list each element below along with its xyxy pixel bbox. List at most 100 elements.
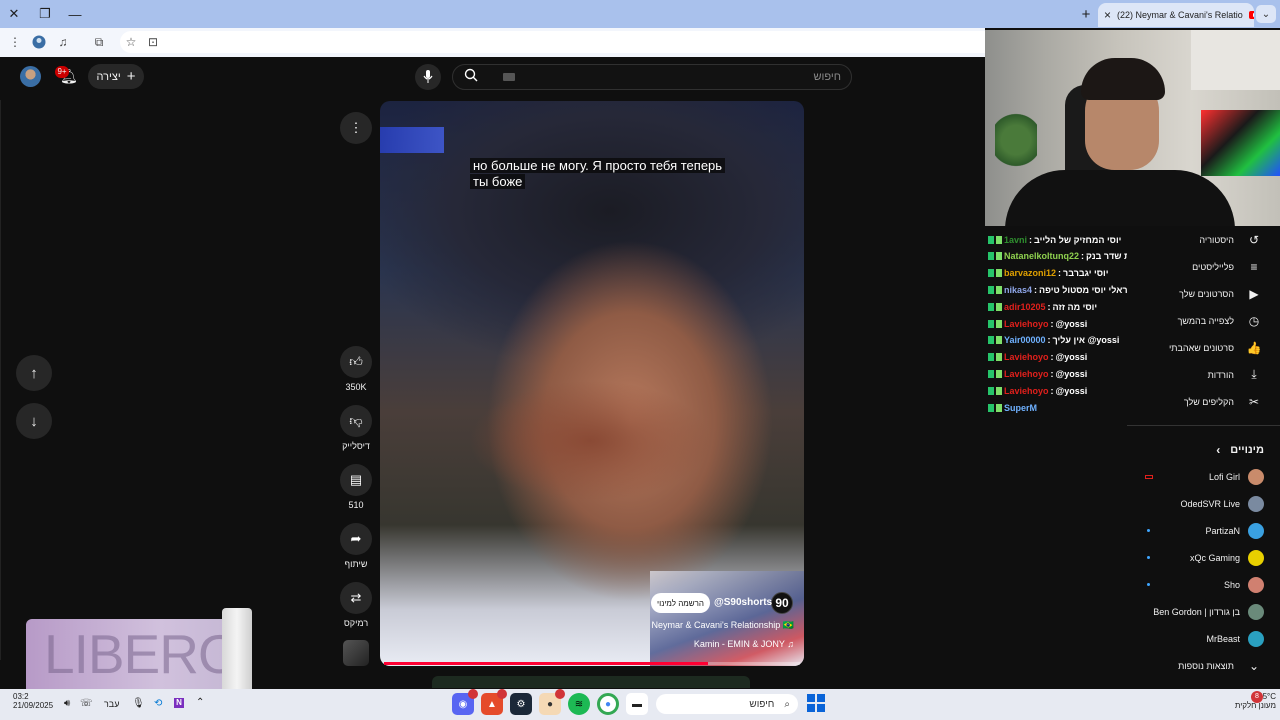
discord-app-icon[interactable]: ◉	[452, 689, 478, 715]
extensions-icon[interactable]: ⧉	[90, 33, 108, 51]
remix-button[interactable]: ⇄	[340, 582, 372, 614]
sidebar-item-clips[interactable]: הקליפים שלך ✂	[1127, 388, 1264, 415]
input-language[interactable]: עבר	[104, 699, 119, 709]
start-button[interactable]	[807, 694, 825, 712]
kebab-icon: ⋮	[349, 120, 363, 135]
thumbs-up-icon: 👍︎	[349, 354, 363, 369]
chat-message: Yair00000 : אין עליך @yossi	[988, 333, 1119, 348]
chat-username[interactable]: Yair00000	[1004, 335, 1046, 345]
mic-tray-icon[interactable]: 🎙︎	[132, 698, 145, 709]
media-controls-icon[interactable]: ♫	[54, 33, 72, 51]
next-short-peek	[432, 676, 750, 688]
discord-badge-icon	[468, 689, 478, 699]
keyboard-icon[interactable]	[503, 73, 515, 81]
search-input[interactable]: חיפוש	[452, 64, 852, 90]
chat-username[interactable]: Laviehoyo	[1004, 352, 1049, 362]
video-title[interactable]: Neymar & Cavani's Relationship 🇧🇷	[600, 620, 794, 631]
show-more-label: תוצאות נוספות	[1178, 660, 1234, 671]
install-app-icon[interactable]: ⊡	[144, 33, 162, 51]
sidebar-item-your-videos[interactable]: הסרטונים שלך ▶	[1127, 280, 1264, 307]
chat-username[interactable]: barvazoni12	[1004, 268, 1056, 278]
chrome-app-icon[interactable]: ●	[597, 693, 619, 715]
dislike-button[interactable]: 👎︎	[340, 405, 372, 437]
close-window-button[interactable]: ✕	[0, 4, 28, 24]
restore-window-button[interactable]: ❐	[31, 4, 59, 24]
subscription-item[interactable]: OdedSVR Live	[1127, 490, 1264, 517]
previous-short-button[interactable]: ↑	[16, 355, 52, 391]
gift-badge-icon	[996, 252, 1002, 261]
subscription-item[interactable]: MrBeast	[1127, 625, 1264, 652]
file-explorer-app-icon[interactable]: ▬	[626, 693, 648, 715]
subscriber-badge-icon	[988, 403, 994, 412]
dislike-label: דיסלייק	[342, 441, 370, 451]
taskbar-search-box[interactable]: חיפוש ⌕	[656, 694, 798, 714]
minimize-window-button[interactable]: —	[61, 4, 89, 24]
chat-username[interactable]: SuperM	[1004, 403, 1037, 413]
new-tab-button[interactable]: +	[1072, 4, 1100, 24]
share-button[interactable]: ➦	[340, 523, 372, 555]
clock-widget[interactable]: 03:2 21/09/2025	[13, 692, 53, 710]
channel-avatar[interactable]: 90	[771, 592, 793, 614]
brave-app-icon[interactable]: ▲	[481, 689, 507, 715]
subscriptions-header[interactable]: מינויים ‹	[1127, 436, 1280, 463]
show-hidden-icons-icon[interactable]: ⌃	[196, 697, 204, 708]
subtitle-line-2: ты боже	[470, 174, 526, 189]
phone-link-icon[interactable]: ☏	[80, 698, 93, 709]
comment-count: 510	[348, 500, 364, 510]
sidebar-item-history[interactable]: היסטוריה ↺	[1127, 226, 1264, 253]
onenote-tray-icon[interactable]: N	[174, 698, 184, 708]
subscription-item[interactable]: Ben Gordon | בן גורדון	[1127, 598, 1264, 625]
chat-username[interactable]: Natanelkoltunq22	[1004, 251, 1079, 261]
gift-badge-icon	[996, 336, 1002, 345]
sidebar-item-downloads[interactable]: הורדות ⤓	[1127, 361, 1264, 388]
network-icon[interactable]: ⟲	[154, 698, 162, 709]
subscriber-badge-icon	[988, 269, 994, 278]
sidebar-item-playlist[interactable]: פלייליסטים ≡	[1127, 253, 1264, 280]
close-tab-icon[interactable]: ×	[1104, 8, 1111, 22]
cam-body	[1005, 170, 1235, 226]
gift-badge-icon	[996, 235, 1002, 244]
gift-badge-icon	[996, 285, 1002, 294]
chat-username[interactable]: Laviehoyo	[1004, 386, 1049, 396]
menu-kebab-icon[interactable]: ⋮	[6, 33, 24, 51]
chat-separator: :	[1058, 268, 1062, 279]
chat-text: @yossi	[1055, 318, 1088, 329]
volume-icon[interactable]: 🔊︎	[64, 698, 70, 709]
spotify-app-icon[interactable]: ≋	[568, 693, 590, 715]
address-bar[interactable]	[120, 31, 985, 53]
music-credit[interactable]: Kamin - EMIN & JONY ♫	[620, 639, 794, 649]
voice-search-button[interactable]	[415, 64, 441, 90]
subscription-item[interactable]: PartizaN	[1127, 517, 1264, 544]
subscription-item[interactable]: Sho	[1127, 571, 1264, 598]
like-button[interactable]: 👍︎	[340, 346, 372, 378]
chat-username[interactable]: adir10205	[1004, 302, 1046, 312]
tab-search-icon[interactable]: ⌄	[1256, 5, 1276, 23]
sound-thumbnail[interactable]	[343, 640, 369, 666]
sidebar-item-liked[interactable]: סרטונים שאהבתי 👍	[1127, 334, 1264, 361]
comments-button[interactable]: ▤	[340, 464, 372, 496]
steam-app-icon[interactable]: ⚙	[510, 693, 532, 715]
browser-tab[interactable]: × (22) Neymar & Cavani's Relatio	[1098, 3, 1254, 27]
chat-username[interactable]: Laviehoyo	[1004, 319, 1049, 329]
channel-handle[interactable]: @S90shorts	[714, 597, 772, 608]
more-options-button[interactable]: ⋮	[340, 112, 372, 144]
create-button[interactable]: יצירה +	[88, 64, 144, 89]
search-icon[interactable]	[464, 68, 478, 85]
chat-username[interactable]: 1avni	[1004, 235, 1027, 245]
subscription-item[interactable]: Lofi Girl	[1127, 463, 1264, 490]
subscribe-button[interactable]: הרשמה למינוי	[651, 593, 710, 613]
tray-app-icon[interactable]: ●	[539, 689, 565, 715]
show-more-button[interactable]: תוצאות נוספות ⌄	[1127, 652, 1280, 679]
subscription-name: PartizaN	[1205, 525, 1240, 536]
bookmark-star-icon[interactable]: ☆	[122, 33, 140, 51]
profile-icon[interactable]	[30, 33, 48, 51]
next-short-button[interactable]: ↓	[16, 403, 52, 439]
subscription-name: Lofi Girl	[1208, 471, 1240, 482]
chat-username[interactable]: Laviehoyo	[1004, 369, 1049, 379]
clock-date: 21/09/2025	[13, 701, 54, 710]
subscription-item[interactable]: xQc Gaming	[1127, 544, 1264, 571]
sidebar-item-watch-later[interactable]: לצפייה בהמשך ◷	[1127, 307, 1264, 334]
like-count: 350K	[345, 382, 367, 392]
account-avatar[interactable]	[20, 66, 41, 87]
chat-username[interactable]: nikas4	[1004, 285, 1032, 295]
